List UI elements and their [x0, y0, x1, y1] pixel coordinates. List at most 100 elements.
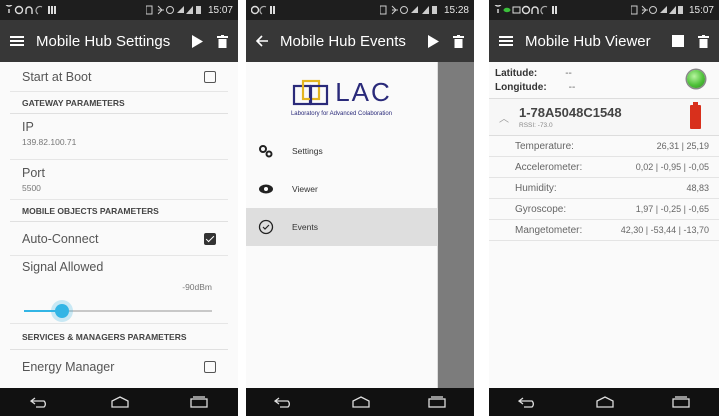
signal-slider-container: -90dBm [10, 280, 228, 324]
device-header[interactable]: ︿ 1-78A5048C1548 RSSI: -73.0 [489, 98, 719, 136]
signal-slider[interactable] [24, 304, 212, 318]
latitude-value: -- [565, 67, 572, 79]
notification-icons [251, 5, 277, 15]
sensor-row: Mangetometer: 42,30 | -53,44 | -13,70 [489, 220, 719, 241]
settings-screen: 15:07 Mobile Hub Settings Start at Boot … [0, 0, 238, 416]
notification-icons-icon [494, 5, 557, 15]
sensor-row: Gyroscope: 1,97 | -0,25 | -0,65 [489, 199, 719, 220]
ip-label: IP [22, 120, 34, 134]
notification-icons-icon [5, 5, 56, 15]
app-bar: Mobile Hub Events [246, 20, 474, 62]
drawer-scrim[interactable] [438, 62, 474, 388]
mobile-objects-section-header: MOBILE OBJECTS PARAMETERS [10, 200, 228, 222]
viewer-content: Latitude: -- Longitude: -- ︿ 1-78A5048C1… [489, 62, 719, 388]
sensor-label: Humidity: [515, 182, 557, 194]
trash-icon[interactable] [698, 34, 709, 48]
app-title: Mobile Hub Viewer [525, 32, 651, 50]
energy-manager-row[interactable]: Energy Manager [10, 350, 228, 384]
sensor-label: Mangetometer: [515, 224, 583, 236]
back-icon[interactable] [274, 396, 294, 408]
home-icon[interactable] [110, 396, 130, 408]
drawer-label-settings: Settings [292, 146, 323, 156]
drawer-item-settings[interactable]: Settings [246, 132, 437, 170]
stop-icon[interactable] [672, 35, 684, 47]
system-status: 15:07 [145, 4, 233, 16]
notification-icons [5, 5, 65, 15]
latitude-label: Latitude: [495, 67, 538, 79]
status-bar: 15:07 [0, 0, 238, 20]
services-section-header: SERVICES & MANAGERS PARAMETERS [10, 324, 228, 350]
ip-preference[interactable]: IP 139.82.100.71 [10, 114, 228, 160]
port-value: 5500 [22, 183, 41, 193]
battery-icon [690, 102, 701, 129]
app-bar: Mobile Hub Settings [0, 20, 238, 62]
drawer-item-events[interactable]: Events [246, 208, 437, 246]
sensor-label: Accelerometer: [515, 161, 583, 173]
back-icon[interactable] [30, 396, 50, 408]
longitude-value: -- [568, 81, 576, 93]
nav-bar [0, 388, 238, 416]
connection-status-led [687, 70, 705, 88]
gears-icon [259, 145, 273, 158]
clock: 15:28 [443, 4, 469, 16]
energy-manager-checkbox[interactable] [204, 361, 216, 373]
menu-icon[interactable] [499, 35, 513, 47]
clock: 15:07 [688, 4, 714, 16]
notification-icons [494, 5, 564, 15]
back-icon[interactable] [517, 396, 538, 408]
clock: 15:07 [207, 4, 233, 16]
port-label: Port [22, 166, 45, 180]
gateway-section-header: GATEWAY PARAMETERS [10, 92, 228, 114]
start-at-boot-checkbox[interactable] [204, 70, 216, 83]
nav-bar [246, 388, 474, 416]
longitude-label: Longitude: [495, 81, 547, 93]
notification-icons-icon [251, 5, 275, 15]
recents-icon[interactable] [427, 396, 446, 408]
lac-logo: LAC Laboratory for Advanced Colaboration [246, 62, 437, 132]
trash-icon[interactable] [453, 34, 464, 48]
app-title: Mobile Hub Events [280, 32, 406, 50]
port-preference[interactable]: Port 5500 [10, 160, 228, 200]
signal-value: -90dBm [182, 282, 212, 292]
signal-allowed-preference: Signal Allowed [10, 256, 228, 280]
logo-subtitle: Laboratory for Advanced Colaboration [290, 111, 393, 117]
start-at-boot-row[interactable]: Start at Boot [10, 62, 228, 92]
auto-connect-row[interactable]: Auto-Connect [10, 222, 228, 256]
app-title: Mobile Hub Settings [36, 32, 171, 50]
auto-connect-checkbox[interactable] [204, 232, 216, 245]
menu-icon[interactable] [10, 35, 24, 47]
chevron-up-icon[interactable]: ︿ [499, 110, 509, 125]
location-panel: Latitude: -- Longitude: -- [489, 62, 719, 98]
auto-connect-label: Auto-Connect [22, 231, 99, 246]
signal-allowed-label: Signal Allowed [22, 260, 104, 274]
back-arrow-icon[interactable] [256, 35, 268, 47]
status-bar: 15:28 [246, 0, 474, 20]
play-icon[interactable] [428, 34, 439, 48]
recents-icon[interactable] [672, 396, 690, 408]
play-icon[interactable] [192, 34, 203, 48]
system-status-icons [379, 5, 437, 15]
sensor-value: 48,83 [686, 183, 709, 193]
system-status: 15:07 [630, 4, 714, 16]
trash-icon[interactable] [217, 34, 228, 48]
system-status: 15:28 [379, 4, 469, 16]
home-icon[interactable] [595, 396, 615, 408]
drawer-item-viewer[interactable]: Viewer [246, 170, 437, 208]
device-rssi: RSSI: -73.0 [519, 122, 553, 129]
events-screen: 15:28 Mobile Hub Events LAC Laboratory f… [246, 0, 474, 416]
energy-manager-label: Energy Manager [22, 360, 115, 374]
drawer-label-events: Events [292, 222, 318, 232]
drawer-label-viewer: Viewer [292, 184, 318, 194]
settings-list: Start at Boot GATEWAY PARAMETERS IP 139.… [0, 62, 238, 388]
sensor-value: 1,97 | -0,25 | -0,65 [635, 204, 709, 214]
home-icon[interactable] [351, 396, 371, 408]
app-bar: Mobile Hub Viewer [489, 20, 719, 62]
signal-slider-thumb[interactable] [54, 304, 69, 318]
sensor-label: Gyroscope: [515, 203, 567, 215]
recents-icon[interactable] [190, 396, 208, 408]
status-bar: 15:07 [489, 0, 719, 20]
lac-logo-icon [293, 79, 329, 105]
eye-icon [259, 184, 273, 194]
system-status-icons [630, 5, 683, 15]
sensor-row: Accelerometer: 0,02 | -0,95 | -0,05 [489, 157, 719, 178]
